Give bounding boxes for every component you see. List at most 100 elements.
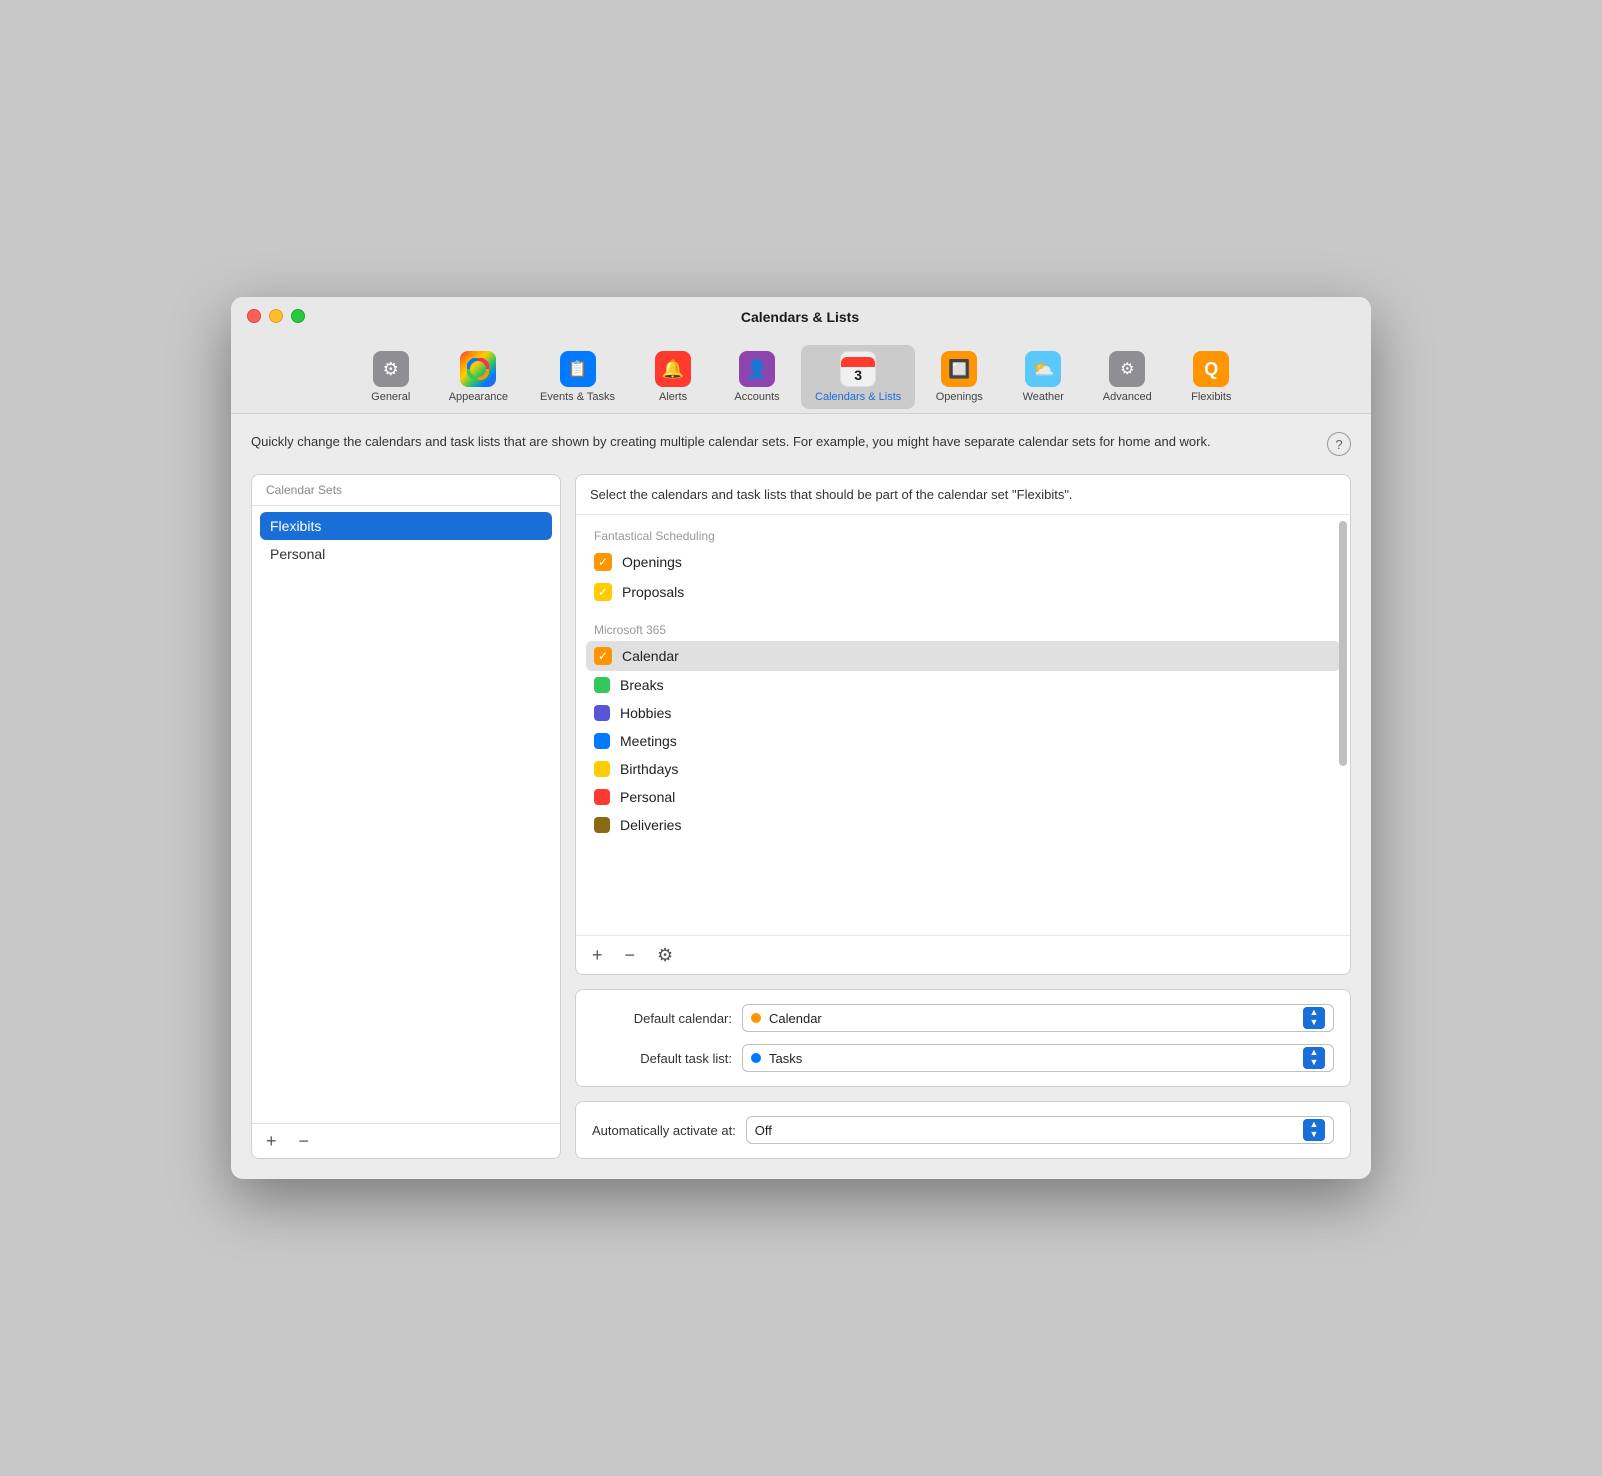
main-window: Calendars & Lists ⚙ General <box>231 297 1371 1179</box>
tab-events[interactable]: 📋 Events & Tasks <box>526 345 629 409</box>
group-label-fantastical: Fantastical Scheduling <box>586 523 1340 547</box>
add-set-button[interactable]: + <box>262 1130 281 1152</box>
left-panel-footer: + − <box>252 1123 560 1158</box>
default-calendar-select[interactable]: Calendar ▲ ▼ <box>742 1004 1334 1032</box>
cal-item-breaks[interactable]: Breaks <box>586 671 1340 699</box>
titlebar: Calendars & Lists ⚙ General <box>231 297 1371 414</box>
tab-alerts-label: Alerts <box>659 391 687 403</box>
cal-dot-meetings <box>594 733 610 749</box>
default-task-dot <box>751 1053 761 1063</box>
accounts-icon: 👤 <box>739 351 775 387</box>
tab-appearance[interactable]: Appearance <box>435 345 522 409</box>
cal-dot-deliveries <box>594 817 610 833</box>
default-calendar-row: Default calendar: Calendar ▲ ▼ <box>592 1004 1334 1032</box>
set-item-flexibits[interactable]: Flexibits <box>260 512 552 540</box>
calendar-sets-list: Flexibits Personal <box>252 506 560 1123</box>
cal-label-meetings: Meetings <box>620 733 677 749</box>
cal-label-deliveries: Deliveries <box>620 817 681 833</box>
defaults-section: Default calendar: Calendar ▲ ▼ Default t… <box>575 989 1351 1087</box>
group-label-microsoft: Microsoft 365 <box>586 617 1340 641</box>
toolbar: ⚙ General App <box>351 341 1252 413</box>
default-calendar-label: Default calendar: <box>592 1011 732 1026</box>
alerts-icon: 🔔 <box>655 351 691 387</box>
activate-select[interactable]: Off ▲ ▼ <box>746 1116 1334 1144</box>
tab-events-label: Events & Tasks <box>540 391 615 403</box>
scrollbar[interactable] <box>1339 521 1347 929</box>
flexibits-icon: Q <box>1193 351 1229 387</box>
add-calendar-button[interactable]: + <box>588 944 607 966</box>
tab-accounts-label: Accounts <box>734 391 779 403</box>
tab-flexibits[interactable]: Q Flexibits <box>1171 345 1251 409</box>
default-calendar-arrows: ▲ ▼ <box>1303 1007 1325 1029</box>
cal-checkbox-openings: ✓ <box>594 553 612 571</box>
cal-label-openings: Openings <box>622 554 682 570</box>
default-task-value: Tasks <box>769 1051 1303 1066</box>
cal-checkbox-calendar: ✓ <box>594 647 612 665</box>
cal-item-personal[interactable]: Personal <box>586 783 1340 811</box>
close-button[interactable] <box>247 309 261 323</box>
openings-icon: 🔲 <box>941 351 977 387</box>
general-icon: ⚙ <box>373 351 409 387</box>
cal-item-openings[interactable]: ✓ Openings <box>586 547 1340 577</box>
cal-dot-breaks <box>594 677 610 693</box>
content-area: Quickly change the calendars and task li… <box>231 414 1371 1179</box>
tab-alerts[interactable]: 🔔 Alerts <box>633 345 713 409</box>
tab-accounts[interactable]: 👤 Accounts <box>717 345 797 409</box>
cal-label-personal: Personal <box>620 789 675 805</box>
cal-checkbox-proposals: ✓ <box>594 583 612 601</box>
cal-item-calendar[interactable]: ✓ Calendar <box>586 641 1340 671</box>
appearance-icon <box>460 351 496 387</box>
help-button[interactable]: ? <box>1327 432 1351 456</box>
maximize-button[interactable] <box>291 309 305 323</box>
remove-set-button[interactable]: − <box>295 1130 314 1152</box>
cal-dot-personal <box>594 789 610 805</box>
default-task-arrows: ▲ ▼ <box>1303 1047 1325 1069</box>
tab-general-label: General <box>371 391 410 403</box>
cal-label-calendar: Calendar <box>622 648 679 664</box>
calendar-settings-button[interactable]: ⚙ <box>653 944 677 966</box>
tab-general[interactable]: ⚙ General <box>351 345 431 409</box>
window-title: Calendars & Lists <box>741 309 859 325</box>
selector-footer: + − ⚙ <box>576 935 1350 974</box>
calendars-scroll[interactable]: Fantastical Scheduling ✓ Openings ✓ Prop… <box>576 515 1350 935</box>
main-panels: Calendar Sets Flexibits Personal + − <box>251 474 1351 1159</box>
default-task-label: Default task list: <box>592 1051 732 1066</box>
cal-dot-hobbies <box>594 705 610 721</box>
activate-section: Automatically activate at: Off ▲ ▼ <box>575 1101 1351 1159</box>
calendar-sets-header: Calendar Sets <box>252 475 560 506</box>
calendars-icon: 3 <box>840 351 876 387</box>
activate-value: Off <box>755 1123 1303 1138</box>
cal-item-hobbies[interactable]: Hobbies <box>586 699 1340 727</box>
cal-item-proposals[interactable]: ✓ Proposals <box>586 577 1340 607</box>
default-calendar-value: Calendar <box>769 1011 1303 1026</box>
left-panel: Calendar Sets Flexibits Personal + − <box>251 474 561 1159</box>
minimize-button[interactable] <box>269 309 283 323</box>
cal-label-hobbies: Hobbies <box>620 705 671 721</box>
default-task-row: Default task list: Tasks ▲ ▼ <box>592 1044 1334 1072</box>
events-icon: 📋 <box>560 351 596 387</box>
cal-item-birthdays[interactable]: Birthdays <box>586 755 1340 783</box>
tab-openings[interactable]: 🔲 Openings <box>919 345 999 409</box>
set-item-personal[interactable]: Personal <box>260 540 552 568</box>
selector-instruction: Select the calendars and task lists that… <box>576 475 1350 515</box>
tab-weather[interactable]: ⛅ Weather <box>1003 345 1083 409</box>
activate-label: Automatically activate at: <box>592 1123 736 1138</box>
calendar-selector-box: Select the calendars and task lists that… <box>575 474 1351 975</box>
activate-arrows: ▲ ▼ <box>1303 1119 1325 1141</box>
tab-flexibits-label: Flexibits <box>1191 391 1231 403</box>
tab-calendars[interactable]: 3 Calendars & Lists <box>801 345 915 409</box>
tab-advanced[interactable]: ⚙ Advanced <box>1087 345 1167 409</box>
tab-weather-label: Weather <box>1023 391 1064 403</box>
cal-item-deliveries[interactable]: Deliveries <box>586 811 1340 839</box>
tab-advanced-label: Advanced <box>1103 391 1152 403</box>
cal-dot-birthdays <box>594 761 610 777</box>
traffic-lights <box>247 309 305 323</box>
scrollbar-thumb <box>1339 521 1347 766</box>
tab-appearance-label: Appearance <box>449 391 508 403</box>
tab-calendars-label: Calendars & Lists <box>815 391 901 403</box>
cal-item-meetings[interactable]: Meetings <box>586 727 1340 755</box>
description-row: Quickly change the calendars and task li… <box>251 432 1351 456</box>
default-task-select[interactable]: Tasks ▲ ▼ <box>742 1044 1334 1072</box>
cal-label-proposals: Proposals <box>622 584 684 600</box>
remove-calendar-button[interactable]: − <box>621 944 640 966</box>
